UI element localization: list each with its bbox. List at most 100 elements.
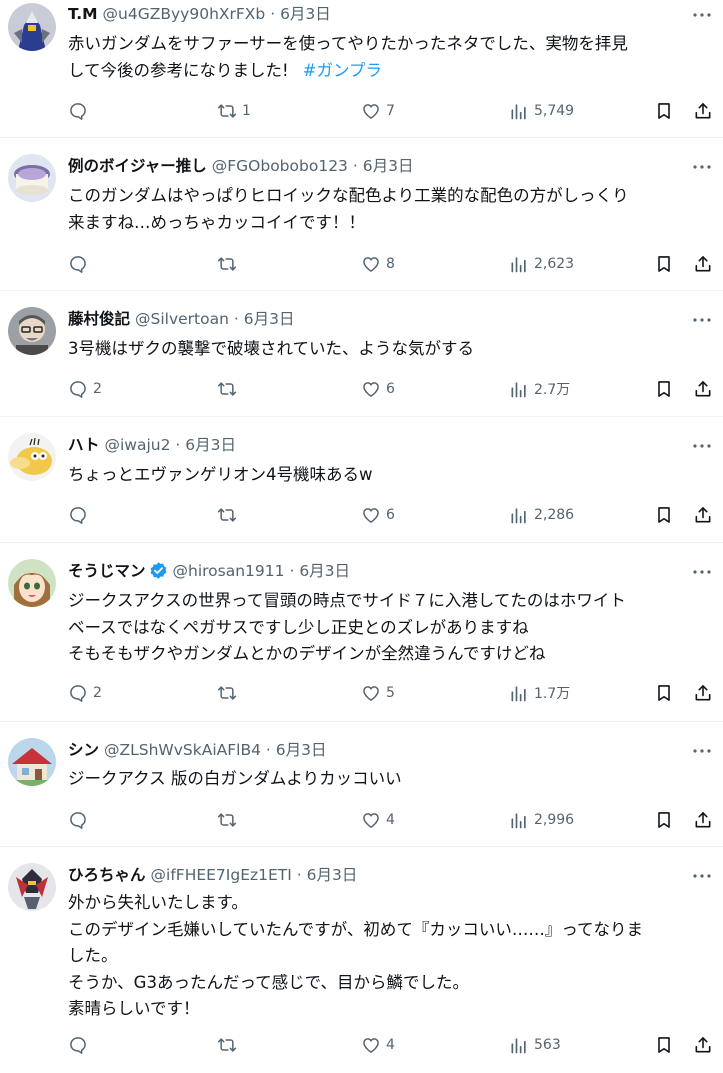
like-button[interactable]: 6 xyxy=(361,504,395,526)
bookmark-button[interactable] xyxy=(654,504,674,526)
share-icon xyxy=(695,812,711,828)
tweet[interactable]: そうじマン @hirosan1911 · 6月3日 ジークスアクスの世界って冒頭の… xyxy=(0,543,723,722)
views-button[interactable]: 5,749 xyxy=(509,100,574,122)
reply-button[interactable] xyxy=(68,253,93,275)
like-button[interactable]: 4 xyxy=(361,809,395,831)
more-options-icon[interactable] xyxy=(691,865,713,887)
bookmark-icon xyxy=(658,103,670,119)
more-options-icon[interactable] xyxy=(691,156,713,178)
avatar[interactable] xyxy=(8,307,56,355)
bookmark-button[interactable] xyxy=(654,682,674,704)
separator-dot: · xyxy=(265,741,276,759)
bookmark-button[interactable] xyxy=(654,378,674,400)
views-button[interactable]: 2,996 xyxy=(509,809,574,831)
bookmark-button[interactable] xyxy=(654,809,674,831)
more-options-icon[interactable] xyxy=(691,740,713,762)
tweet[interactable]: シン @ZLShWvSkAiAFlB4 · 6月3日 ジークアクス 版の白ガンダム… xyxy=(0,722,723,847)
tweet-text: ジークアクス 版の白ガンダムよりカッコいい xyxy=(68,766,715,793)
like-button[interactable]: 7 xyxy=(361,100,395,122)
bookmark-button[interactable] xyxy=(654,1034,674,1056)
more-options-icon[interactable] xyxy=(691,435,713,457)
tweet-date[interactable]: 6月3日 xyxy=(363,157,414,175)
user-handle[interactable]: @u4GZByy90hXrFXb xyxy=(103,5,266,23)
reply-icon xyxy=(70,381,86,398)
display-name[interactable]: 例のボイジャー推し xyxy=(68,157,207,175)
tweet-date[interactable]: 6月3日 xyxy=(276,741,327,759)
views-button[interactable]: 2.7万 xyxy=(509,378,570,400)
tweet[interactable]: T.M @u4GZByy90hXrFXb · 6月3日 赤いガンダムをサファーサー… xyxy=(0,0,723,138)
display-name[interactable]: ハト xyxy=(68,436,99,454)
share-button[interactable] xyxy=(693,378,713,400)
views-button[interactable]: 2,623 xyxy=(509,253,574,275)
tweet-date[interactable]: 6月3日 xyxy=(299,562,350,580)
like-button[interactable]: 4 xyxy=(361,1034,395,1056)
share-button[interactable] xyxy=(693,682,713,704)
like-button[interactable]: 8 xyxy=(361,253,395,275)
retweet-count: 1 xyxy=(242,103,251,119)
user-handle[interactable]: @Silvertoan xyxy=(135,310,229,328)
tweet[interactable]: ハト @iwaju2 · 6月3日 ちょっとエヴァンゲリオン4号機味あるw 6 2… xyxy=(0,417,723,543)
like-button[interactable]: 5 xyxy=(361,682,395,704)
retweet-button[interactable] xyxy=(217,809,242,831)
bookmark-button[interactable] xyxy=(654,100,674,122)
tweet[interactable]: 藤村俊記 @Silvertoan · 6月3日 3号機はザクの襲撃で破壊されていた… xyxy=(0,291,723,417)
avatar[interactable] xyxy=(8,738,56,786)
more-options-icon[interactable] xyxy=(691,4,713,26)
user-handle[interactable]: @ifFHEE7IgEz1ETI xyxy=(151,866,292,884)
user-handle[interactable]: @iwaju2 xyxy=(104,436,170,454)
display-name[interactable]: そうじマン xyxy=(68,562,146,580)
hashtag-link[interactable]: #ガンプラ xyxy=(303,61,382,80)
share-button[interactable] xyxy=(693,504,713,526)
bookmark-icon xyxy=(658,507,670,523)
more-options-icon[interactable] xyxy=(691,561,713,583)
user-handle[interactable]: @hirosan1911 xyxy=(173,562,285,580)
retweet-icon xyxy=(217,1038,237,1052)
reply-button[interactable]: 2 xyxy=(68,378,102,400)
tweet[interactable]: ひろちゃん @ifFHEE7IgEz1ETI · 6月3日 外から失礼いたします。… xyxy=(0,847,723,1073)
tweet-date[interactable]: 6月3日 xyxy=(280,5,331,23)
avatar[interactable] xyxy=(8,433,56,481)
like-button[interactable]: 6 xyxy=(361,378,395,400)
share-button[interactable] xyxy=(693,809,713,831)
display-name[interactable]: T.M xyxy=(68,5,98,23)
more-options-icon[interactable] xyxy=(691,309,713,331)
avatar[interactable] xyxy=(8,3,56,51)
reply-icon xyxy=(70,103,86,120)
share-button[interactable] xyxy=(693,100,713,122)
tweet-date[interactable]: 6月3日 xyxy=(185,436,236,454)
retweet-button[interactable] xyxy=(217,253,242,275)
reply-button[interactable] xyxy=(68,504,93,526)
avatar[interactable] xyxy=(8,154,56,202)
user-handle[interactable]: @ZLShWvSkAiAFlB4 xyxy=(104,741,261,759)
avatar[interactable] xyxy=(8,559,56,607)
retweet-icon xyxy=(217,257,237,271)
retweet-button[interactable] xyxy=(217,682,242,704)
retweet-button[interactable] xyxy=(217,378,242,400)
avatar[interactable] xyxy=(8,863,56,911)
retweet-button[interactable] xyxy=(217,504,242,526)
reply-button[interactable]: 2 xyxy=(68,682,102,704)
display-name[interactable]: ひろちゃん xyxy=(68,866,146,884)
reply-button[interactable] xyxy=(68,100,93,122)
tweet-date[interactable]: 6月3日 xyxy=(244,310,295,328)
reply-button[interactable] xyxy=(68,809,93,831)
share-button[interactable] xyxy=(693,253,713,275)
views-button[interactable]: 563 xyxy=(509,1034,561,1056)
bookmark-icon xyxy=(658,381,670,397)
views-button[interactable]: 1.7万 xyxy=(509,682,570,704)
views-button[interactable]: 2,286 xyxy=(509,504,574,526)
display-name[interactable]: 藤村俊記 xyxy=(68,310,130,328)
tweet-text-line: そうか、G3あったんだって感じで、目から鱗でした。 xyxy=(68,972,469,992)
tweet-text-line: ベースではなくペガサスですし少し正史とのズレがありますね xyxy=(68,617,529,637)
share-button[interactable] xyxy=(693,1034,713,1056)
retweet-button[interactable] xyxy=(217,1034,242,1056)
reply-button[interactable] xyxy=(68,1034,93,1056)
bookmark-icon xyxy=(658,812,670,828)
bookmark-icon xyxy=(658,256,670,272)
tweet[interactable]: 例のボイジャー推し @FGObobobo123 · 6月3日 このガンダムはやっぱ… xyxy=(0,138,723,291)
retweet-button[interactable]: 1 xyxy=(217,100,251,122)
tweet-date[interactable]: 6月3日 xyxy=(307,866,358,884)
display-name[interactable]: シン xyxy=(68,741,99,759)
bookmark-button[interactable] xyxy=(654,253,674,275)
user-handle[interactable]: @FGObobobo123 xyxy=(212,157,348,175)
